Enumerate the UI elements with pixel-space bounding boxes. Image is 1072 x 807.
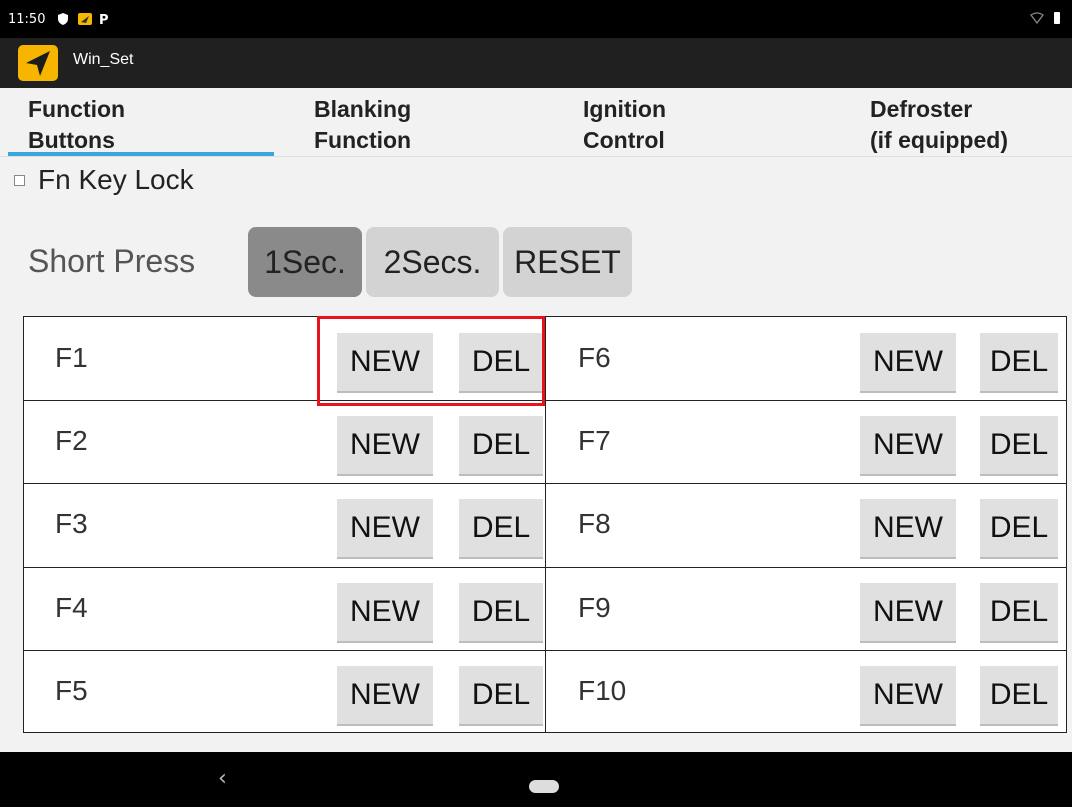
grid-row-divider [24,483,1066,484]
short-press-label: Short Press [28,243,196,279]
status-bar: 11:50 P [0,0,1072,38]
function-key-label: F4 [55,592,88,623]
function-key-label: F8 [578,508,611,539]
function-key-label: F9 [578,592,611,623]
tab-function-buttons[interactable]: Function Buttons [0,88,280,158]
delete-button[interactable]: DEL [980,499,1058,557]
delete-button[interactable]: DEL [459,416,543,474]
home-icon[interactable] [529,780,559,793]
press-1sec-button[interactable]: 1Sec. [248,227,362,297]
function-key-label: F2 [55,425,88,456]
new-button[interactable]: NEW [337,333,433,391]
delete-button[interactable]: DEL [459,583,543,641]
parking-icon: P [99,13,109,26]
grid-divider [545,317,546,732]
battery-icon [1054,12,1060,24]
new-button[interactable]: NEW [860,416,956,474]
delete-button[interactable]: DEL [980,583,1058,641]
function-key-label: F7 [578,425,611,456]
tab-label: Function Buttons [28,96,126,153]
delete-button[interactable]: DEL [980,666,1058,724]
tab-label: Defroster (if equipped) [870,96,1008,153]
function-key-label: F1 [55,342,88,373]
back-icon[interactable]: ‹ [218,766,227,791]
delete-button[interactable]: DEL [459,333,543,391]
shield-icon [58,13,68,25]
function-key-grid: F1 NEW DEL F6 NEW DEL F2 NEW DEL F7 NEW DEL F3 NEW DEL… [23,316,1067,733]
tab-defroster[interactable]: Defroster (if equipped) [812,88,1072,158]
tab-divider [0,156,1072,157]
function-key-label: F3 [55,508,88,539]
function-key-label: F10 [578,675,627,706]
status-time: 11:50 [8,12,46,27]
app-notification-icon [78,13,92,25]
function-key-label: F6 [578,342,611,373]
new-button[interactable]: NEW [860,583,956,641]
new-button[interactable]: NEW [860,333,956,391]
tab-bar: Function Buttons Blanking Function Ignit… [0,88,1072,158]
press-2secs-button[interactable]: 2Secs. [366,227,499,297]
delete-button[interactable]: DEL [459,499,543,557]
wifi-icon [1030,12,1044,24]
delete-button[interactable]: DEL [980,333,1058,391]
active-tab-indicator [8,152,274,156]
new-button[interactable]: NEW [860,666,956,724]
reset-button[interactable]: RESET [503,227,632,297]
grid-row-divider [24,400,1066,401]
new-button[interactable]: NEW [860,499,956,557]
delete-button[interactable]: DEL [459,666,543,724]
function-key-label: F5 [55,675,88,706]
app-title: Win_Set [73,51,134,68]
new-button[interactable]: NEW [337,416,433,474]
fn-key-lock-label: Fn Key Lock [38,164,194,195]
tab-blanking-function[interactable]: Blanking Function [280,88,542,158]
new-button[interactable]: NEW [337,583,433,641]
tab-label: Ignition Control [583,96,667,153]
grid-row-divider [24,650,1066,651]
tab-ignition-control[interactable]: Ignition Control [542,88,812,158]
app-bar: Win_Set [0,38,1072,88]
new-button[interactable]: NEW [337,499,433,557]
svg-text:P: P [99,13,109,26]
tab-label: Blanking Function [314,96,412,153]
new-button[interactable]: NEW [337,666,433,724]
navigation-arrow-icon [18,45,58,81]
delete-button[interactable]: DEL [980,416,1058,474]
fn-key-lock-checkbox[interactable] [14,175,25,186]
grid-row-divider [24,567,1066,568]
navigation-bar: ‹ [0,752,1072,807]
